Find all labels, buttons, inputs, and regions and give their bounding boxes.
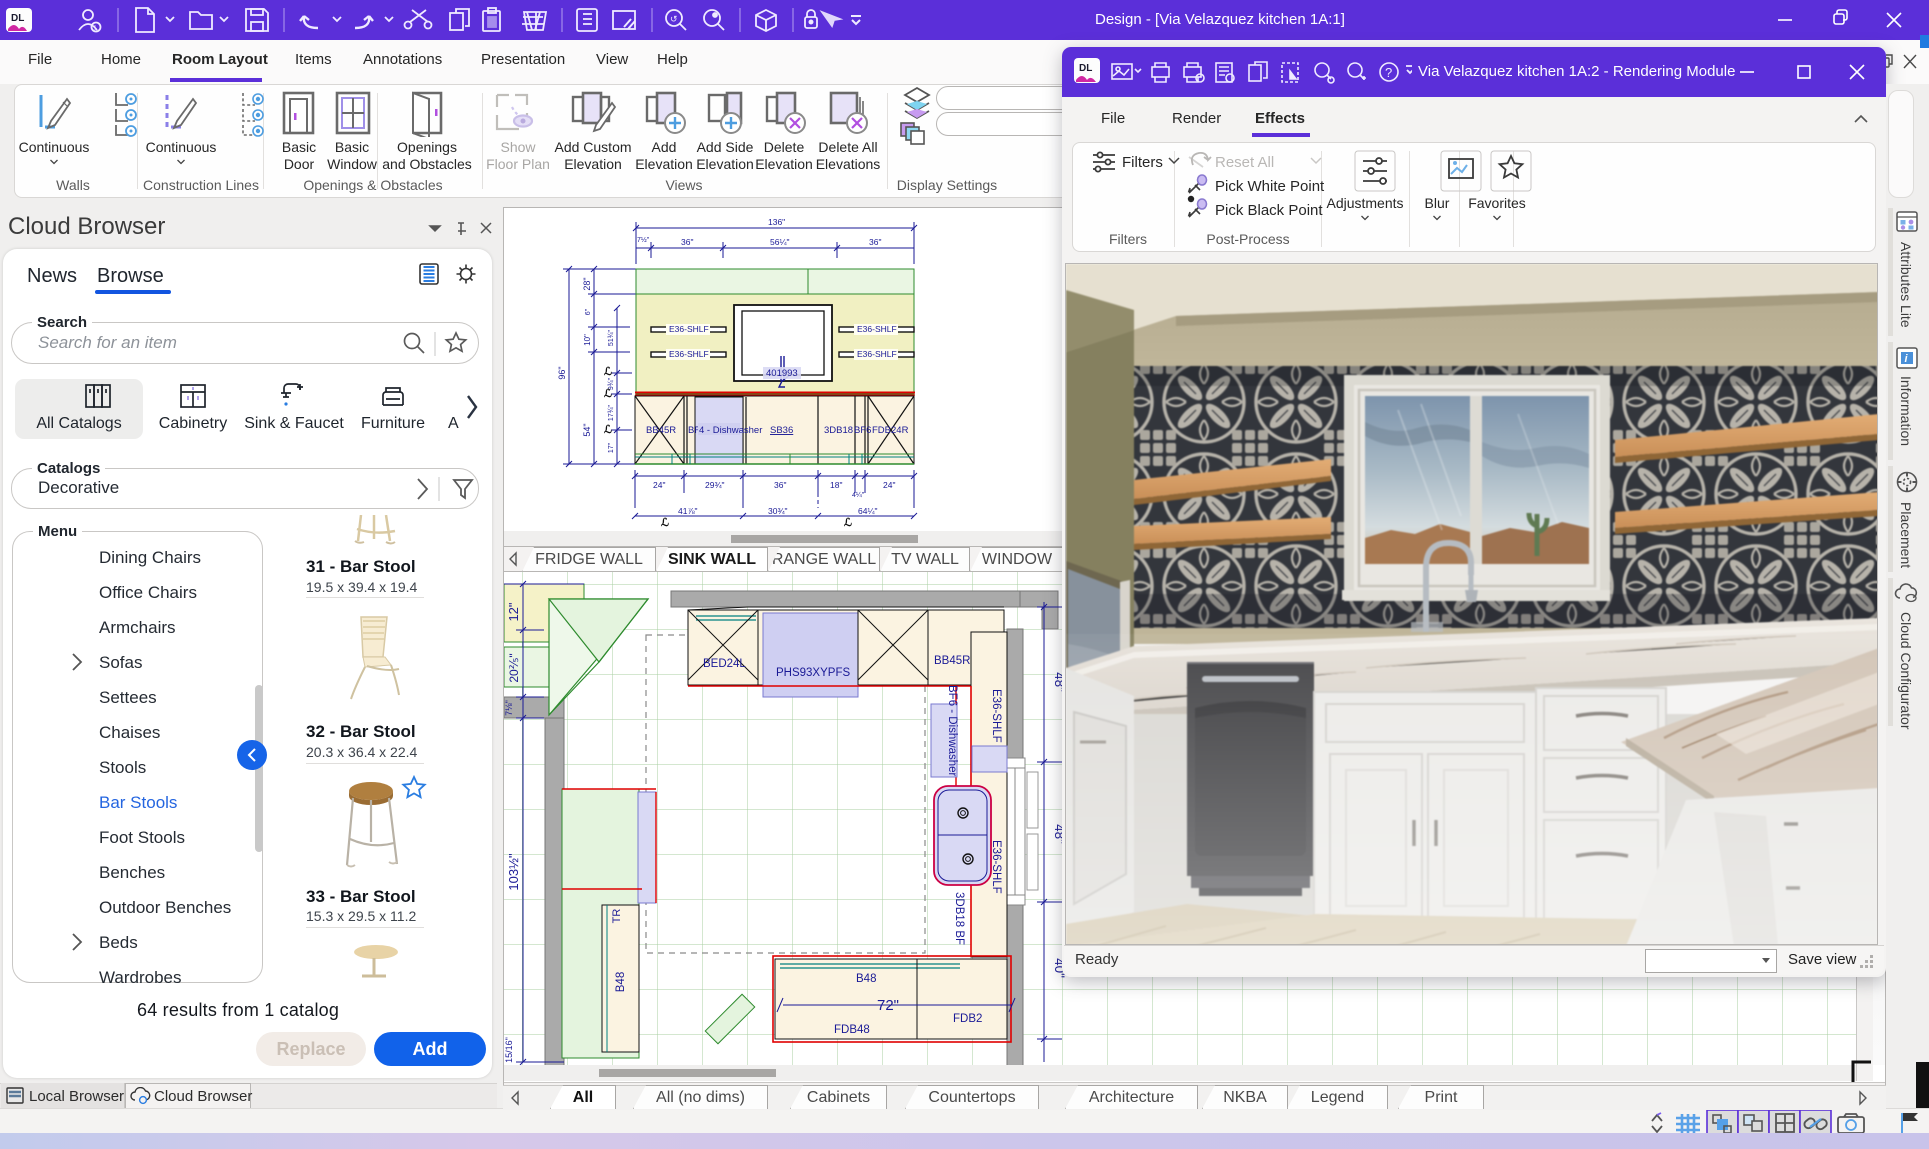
svg-text:56¼": 56¼": [770, 237, 790, 247]
svg-text:7½": 7½": [637, 236, 650, 244]
svg-text:BED24L: BED24L: [703, 658, 746, 670]
svg-text:Pick White Point: Pick White Point: [1215, 178, 1325, 195]
svg-text:B48: B48: [856, 973, 876, 985]
svg-text:4 - Dishwasher: 4 - Dishwasher: [699, 425, 762, 436]
svg-text:4¼": 4¼": [852, 492, 865, 499]
svg-text:DL: DL: [1079, 63, 1092, 74]
svg-text:6": 6": [585, 308, 592, 315]
svg-text:E36-SHLF: E36-SHLF: [857, 324, 897, 334]
svg-text:B48: B48: [615, 972, 627, 992]
svg-text:17¾": 17¾": [608, 404, 615, 421]
svg-text:30¾": 30¾": [768, 506, 788, 516]
svg-text:!: !: [94, 25, 96, 32]
svg-text:3DB18 BF: 3DB18 BF: [953, 892, 965, 945]
svg-text:E36-SHLF: E36-SHLF: [669, 349, 709, 359]
svg-text:401993: 401993: [766, 368, 798, 379]
svg-text:Pick Black Point: Pick Black Point: [1215, 202, 1323, 219]
svg-text:E36-SHLF: E36-SHLF: [990, 689, 1002, 743]
svg-text:36": 36": [681, 237, 693, 247]
svg-text:FDB2: FDB2: [953, 1013, 982, 1025]
svg-text:12": 12": [506, 602, 521, 621]
svg-text:18": 18": [830, 480, 842, 490]
svg-text:FDB24R: FDB24R: [872, 425, 909, 436]
svg-text:36": 36": [869, 237, 881, 247]
svg-text:7⅛": 7⅛": [504, 700, 514, 716]
svg-text:SB36: SB36: [770, 425, 793, 436]
svg-text:54": 54": [582, 423, 592, 436]
svg-text:BF6 - Dishwasher: BF6 - Dishwasher: [946, 685, 958, 777]
svg-text:Reset All: Reset All: [1215, 154, 1274, 171]
svg-text:136": 136": [768, 217, 785, 227]
svg-text:17": 17": [608, 442, 615, 453]
svg-text:103½": 103½": [506, 853, 521, 891]
svg-text:BB45R: BB45R: [646, 425, 676, 436]
svg-text:96": 96": [557, 366, 567, 379]
svg-text:51¾": 51¾": [608, 329, 615, 346]
svg-text:↺: ↺: [670, 14, 678, 24]
svg-text:41⅞": 41⅞": [678, 506, 698, 516]
svg-text:ℒ: ℒ: [604, 424, 612, 436]
svg-text:24": 24": [883, 480, 895, 490]
svg-text:28": 28": [582, 277, 592, 290]
svg-text:ℒ: ℒ: [604, 388, 612, 400]
svg-text:E36-SHLF: E36-SHLF: [857, 349, 897, 359]
svg-text:3DB18: 3DB18: [824, 425, 853, 436]
svg-text:20⅖": 20⅖": [507, 653, 521, 682]
svg-text:BF6: BF6: [854, 425, 871, 436]
svg-text:24": 24": [653, 480, 665, 490]
svg-text:BB45R: BB45R: [934, 655, 970, 667]
svg-text:TR: TR: [611, 909, 623, 924]
svg-text:PHS93XYPFS: PHS93XYPFS: [776, 667, 850, 679]
svg-text:Filters: Filters: [1122, 154, 1163, 171]
svg-text:E36-SHLF: E36-SHLF: [669, 324, 709, 334]
svg-text:DL: DL: [11, 13, 24, 24]
svg-text:10": 10": [583, 334, 592, 346]
svg-text:?: ?: [1385, 65, 1392, 80]
svg-text:ℒ: ℒ: [661, 517, 669, 529]
svg-text:64¼": 64¼": [858, 506, 878, 516]
svg-text:15/16": 15/16": [504, 1037, 514, 1063]
svg-text:36": 36": [774, 480, 786, 490]
svg-text:72": 72": [877, 997, 899, 1014]
svg-text:ℒ: ℒ: [604, 366, 612, 378]
svg-text:29¾": 29¾": [705, 480, 725, 490]
svg-text:FDB48: FDB48: [834, 1024, 870, 1036]
svg-text:ℒ: ℒ: [844, 517, 852, 529]
